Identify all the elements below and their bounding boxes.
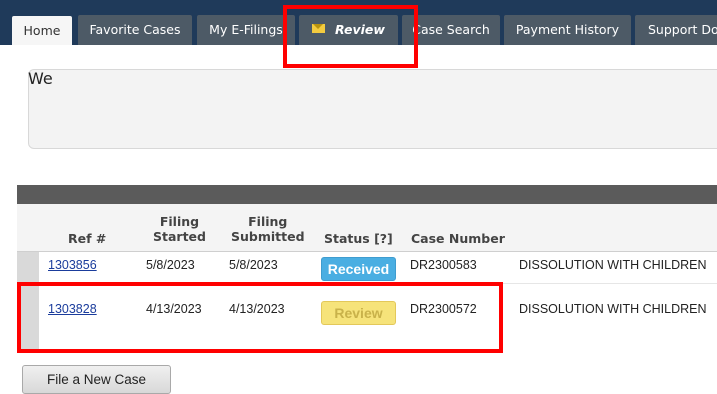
case-number-cell: DR2300583 (410, 258, 477, 272)
tab-case-search[interactable]: Case Search (402, 15, 500, 45)
column-header-case-number[interactable]: Case Number (411, 231, 505, 246)
welcome-panel (28, 69, 717, 149)
column-header-ref[interactable]: Ref # (68, 231, 106, 246)
column-header-status[interactable]: Status [?] (324, 231, 393, 246)
status-badge-review[interactable]: Review (321, 301, 396, 325)
column-header-filing-started-line1: Filing (159, 214, 200, 229)
ref-link-1303856[interactable]: 1303856 (48, 258, 97, 272)
tab-home[interactable]: Home (12, 16, 72, 45)
status-badge-received[interactable]: Received (321, 257, 396, 281)
filing-submitted-cell: 5/8/2023 (229, 258, 278, 272)
tab-my-e-filings[interactable]: My E-Filings (197, 15, 295, 45)
column-header-filing-submitted-line2: Submitted (231, 229, 305, 244)
tab-favorite-cases[interactable]: Favorite Cases (78, 15, 192, 45)
tab-review[interactable]: Review (299, 15, 398, 45)
filing-submitted-cell: 4/13/2023 (229, 302, 285, 316)
filing-started-cell: 4/13/2023 (146, 302, 202, 316)
tab-support-documents[interactable]: Support Do (635, 15, 717, 45)
column-header-filing-started-line2: Started (153, 229, 206, 244)
file-new-case-button[interactable]: File a New Case (22, 365, 171, 394)
row-stripe (17, 252, 39, 283)
tab-payment-history[interactable]: Payment History (504, 15, 631, 45)
case-number-cell: DR2300572 (410, 302, 477, 316)
case-type-cell: DISSOLUTION WITH CHILDREN (519, 302, 707, 316)
tab-review-label: Review (335, 22, 385, 37)
column-header-filing-submitted-line1: Filing (248, 214, 288, 229)
filing-started-cell: 5/8/2023 (146, 258, 195, 272)
grid-title-bar (17, 185, 717, 204)
welcome-heading: We (28, 69, 53, 88)
mail-icon (312, 24, 326, 33)
column-header-filing-started[interactable]: Filing Started (153, 214, 206, 244)
ref-link-1303828[interactable]: 1303828 (48, 302, 97, 316)
case-type-cell: DISSOLUTION WITH CHILDREN (519, 258, 707, 272)
column-header-filing-submitted[interactable]: Filing Submitted (231, 214, 305, 244)
row-stripe (17, 285, 39, 352)
